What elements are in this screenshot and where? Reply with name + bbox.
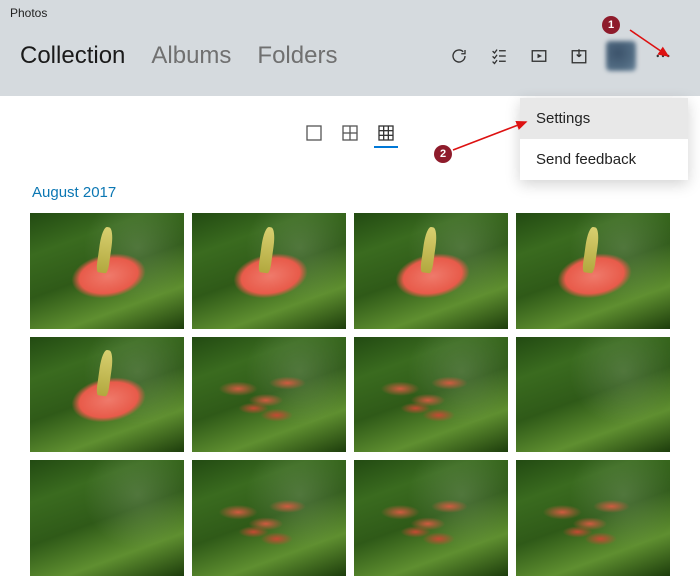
more-icon [654, 47, 672, 65]
toolbar [442, 39, 680, 73]
square-icon [306, 125, 322, 141]
import-icon [570, 47, 588, 65]
import-button[interactable] [562, 39, 596, 73]
photo-thumb[interactable] [516, 337, 670, 453]
more-button[interactable] [646, 39, 680, 73]
photo-thumb[interactable] [30, 337, 184, 453]
annotation-badge-1: 1 [602, 16, 620, 34]
photo-thumb[interactable] [354, 213, 508, 329]
photo-thumb[interactable] [516, 213, 670, 329]
grid-2x2-icon [342, 125, 358, 141]
annotation-badge-2: 2 [434, 145, 452, 163]
menu-item-settings[interactable]: Settings [520, 98, 688, 139]
tab-folders[interactable]: Folders [257, 42, 337, 70]
view-small[interactable] [374, 120, 398, 148]
photo-thumb[interactable] [516, 460, 670, 576]
title-bar: Photos [0, 0, 700, 26]
view-single[interactable] [302, 120, 326, 148]
avatar[interactable] [606, 41, 636, 71]
slideshow-button[interactable] [522, 39, 556, 73]
photo-thumb[interactable] [192, 337, 346, 453]
photo-thumb[interactable] [192, 460, 346, 576]
photo-thumb[interactable] [192, 213, 346, 329]
select-button[interactable] [482, 39, 516, 73]
photo-thumb[interactable] [354, 460, 508, 576]
view-medium[interactable] [338, 120, 362, 148]
tab-albums[interactable]: Albums [151, 42, 231, 70]
section-header[interactable]: August 2017 [32, 184, 670, 201]
photo-thumb[interactable] [354, 337, 508, 453]
slideshow-icon [530, 47, 548, 65]
select-icon [490, 47, 508, 65]
refresh-button[interactable] [442, 39, 476, 73]
grid-3x3-icon [378, 125, 394, 141]
more-dropdown: Settings Send feedback [520, 98, 688, 180]
photo-thumb[interactable] [30, 213, 184, 329]
app-title: Photos [10, 6, 47, 20]
tab-collection[interactable]: Collection [20, 42, 125, 70]
nav-bar: Collection Albums Folders [0, 26, 700, 86]
photo-thumb[interactable] [30, 460, 184, 576]
menu-item-feedback[interactable]: Send feedback [520, 139, 688, 180]
photo-grid [30, 213, 670, 576]
refresh-icon [450, 47, 468, 65]
